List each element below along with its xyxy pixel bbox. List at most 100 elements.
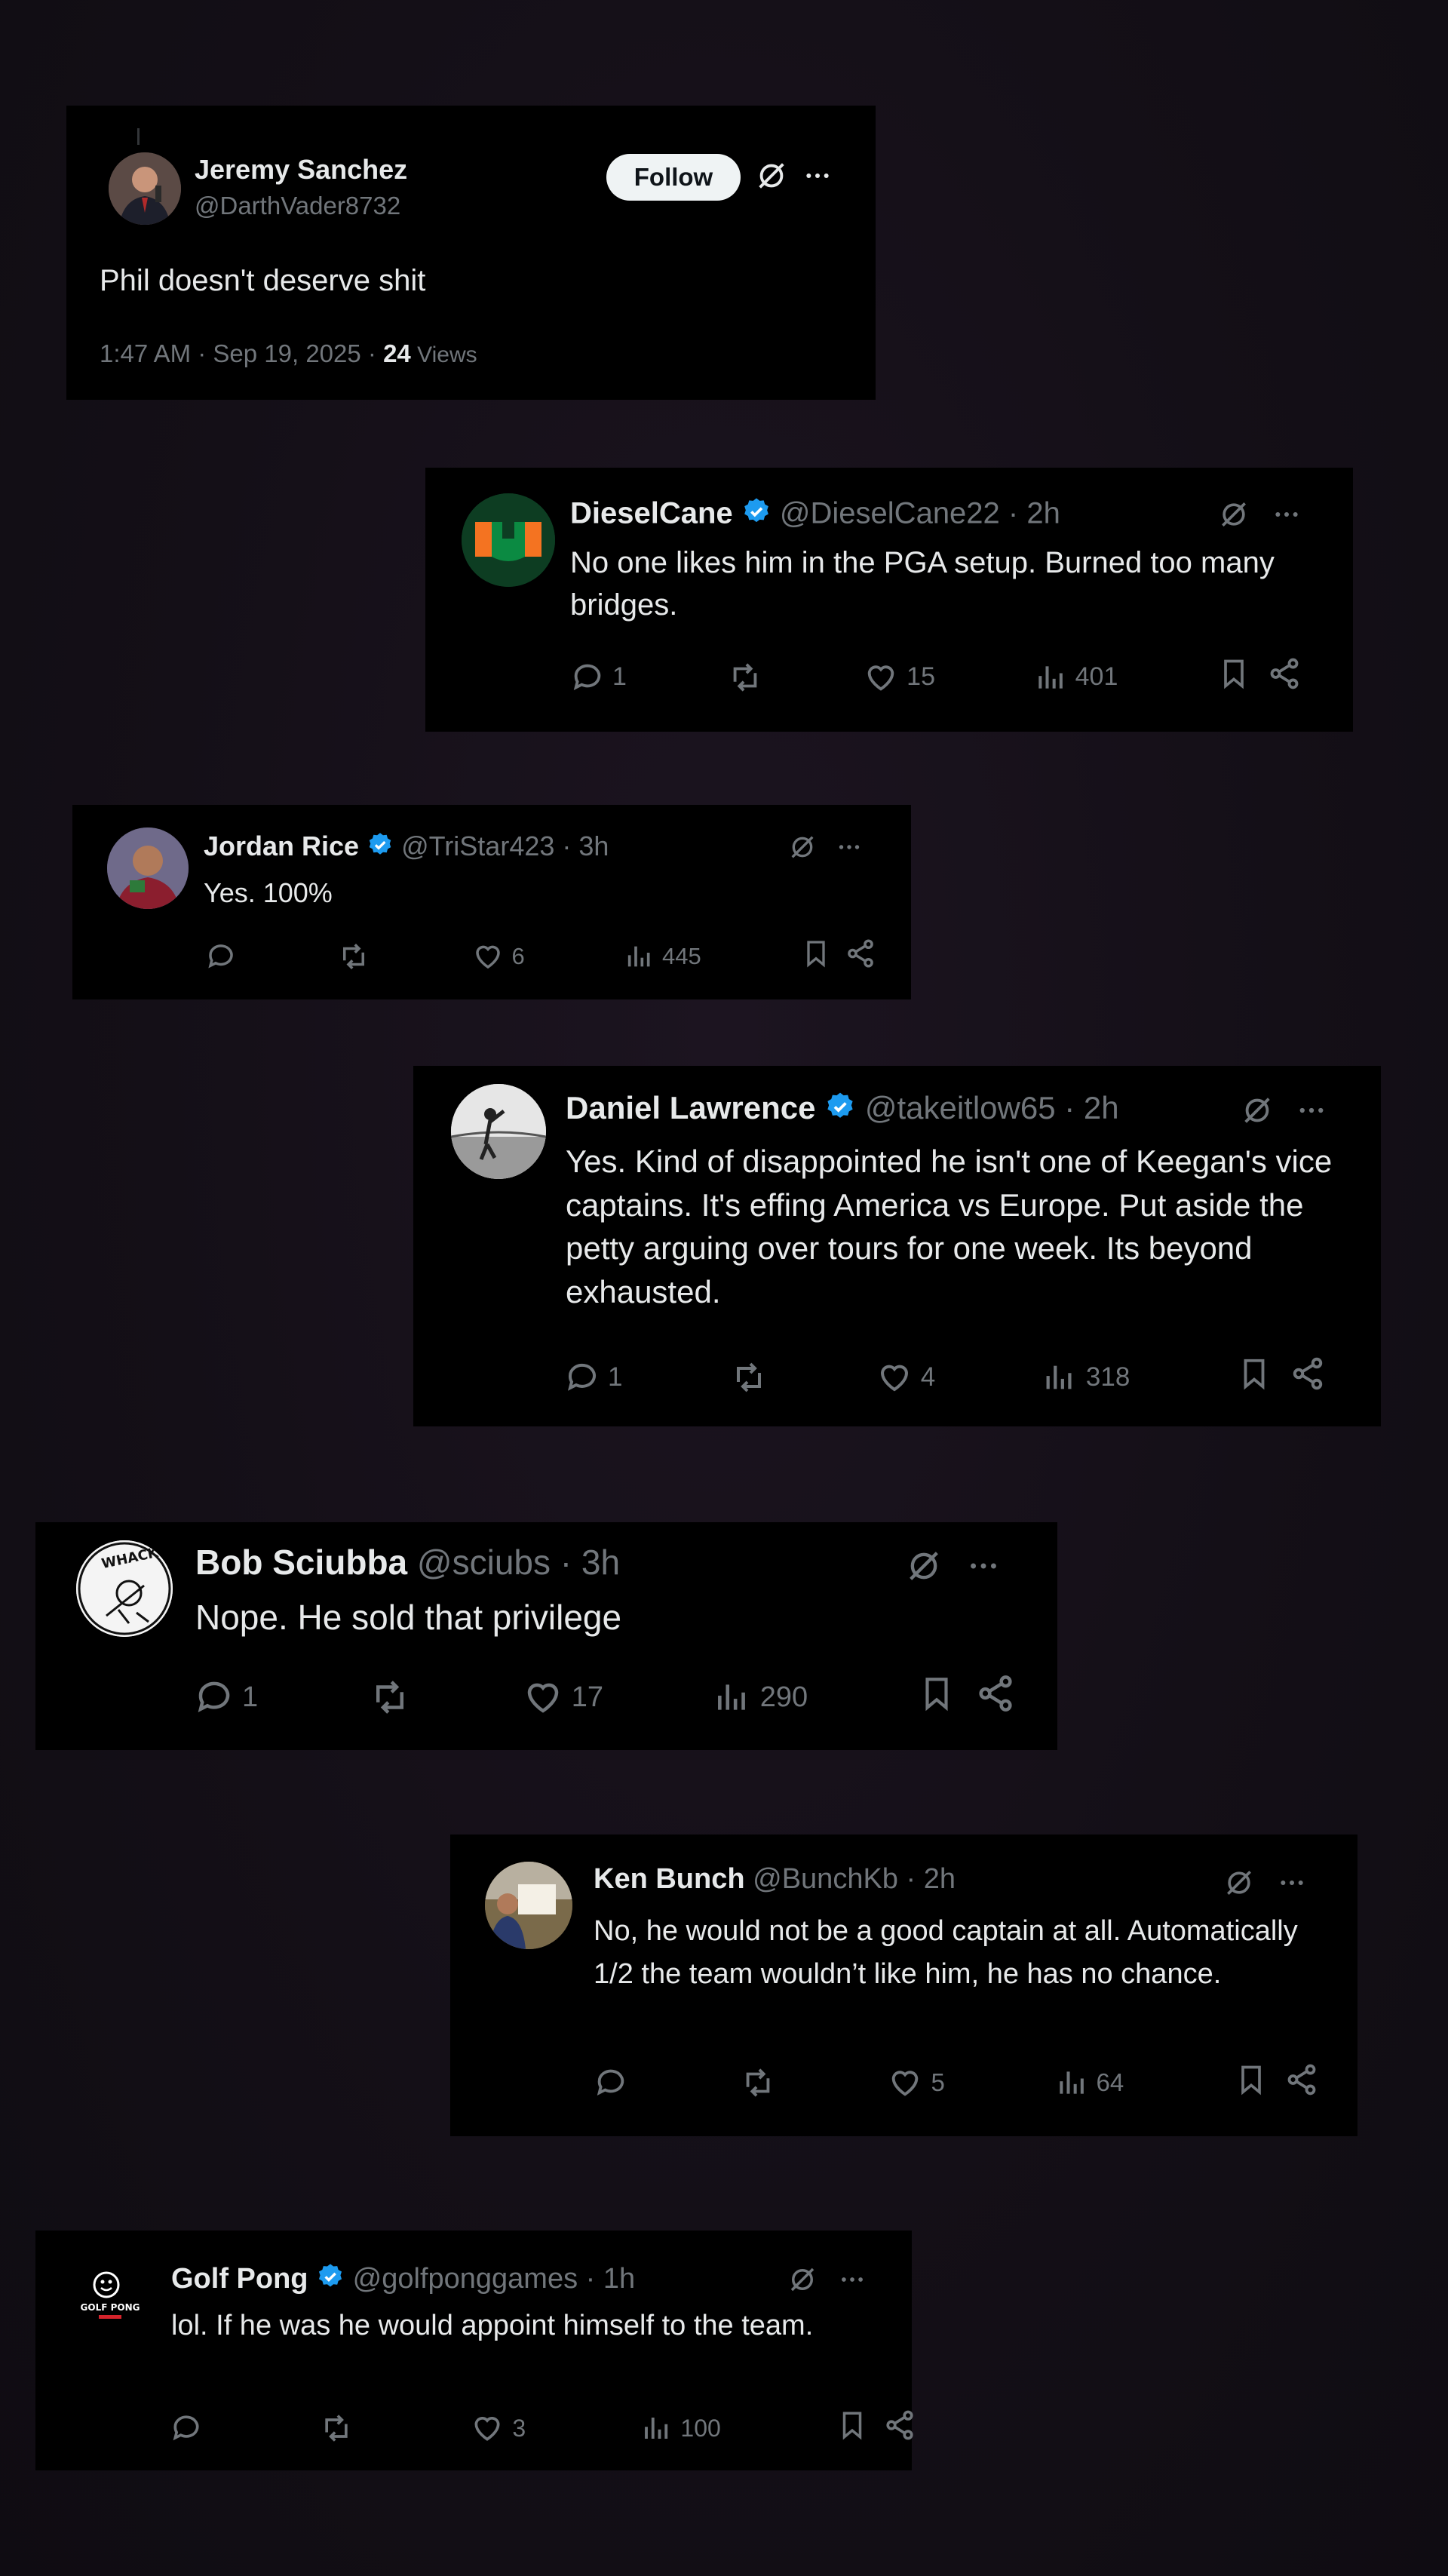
views-count: 290 [759, 1681, 808, 1713]
avatar[interactable] [451, 1084, 546, 1179]
more-icon[interactable] [1272, 499, 1302, 533]
reply-count: 1 [612, 662, 627, 691]
more-icon[interactable] [1277, 1868, 1307, 1902]
author-name[interactable]: Golf Pong [171, 2263, 308, 2295]
avatar[interactable] [109, 152, 181, 225]
author-handle[interactable]: @TriStar423 · 3h [401, 831, 609, 861]
views-button[interactable]: 290 [713, 1678, 808, 1716]
right-actions [918, 1673, 1016, 1721]
views-count: 100 [680, 2414, 721, 2442]
more-icon[interactable] [966, 1549, 1001, 1587]
like-button[interactable]: 3 [470, 2412, 526, 2445]
avatar[interactable] [107, 827, 189, 909]
author-name[interactable]: Bob Sciubba [195, 1543, 407, 1582]
grok-icon[interactable] [904, 1546, 943, 1589]
reply-top-icons [1240, 1093, 1327, 1131]
author-handle[interactable]: @sciubs · 3h [417, 1543, 620, 1582]
like-button[interactable]: 4 [876, 1359, 935, 1395]
reply-button[interactable]: 1 [564, 1359, 622, 1395]
bookmark-icon[interactable] [836, 2409, 868, 2448]
reply-actions: 1 4 318 [564, 1356, 1326, 1399]
author-handle[interactable]: @golfponggames · 1h [353, 2263, 635, 2295]
bookmark-icon[interactable] [801, 938, 831, 975]
repost-button[interactable] [726, 660, 764, 695]
author-handle[interactable]: @takeitlow65 · 2h [865, 1090, 1119, 1125]
views-count: 24 [383, 339, 411, 367]
share-icon[interactable] [1267, 656, 1302, 698]
views-button[interactable]: 401 [1035, 661, 1118, 694]
reply-button[interactable]: 1 [194, 1677, 258, 1718]
like-button[interactable]: 5 [887, 2065, 945, 2100]
reply-top-icons [904, 1546, 1001, 1589]
avatar[interactable]: WHACK! [76, 1540, 173, 1637]
repost-button[interactable] [729, 1359, 768, 1395]
bookmark-icon[interactable] [1237, 1356, 1272, 1399]
author-name[interactable]: Jeremy Sanchez [195, 154, 407, 186]
more-icon[interactable] [1296, 1095, 1327, 1130]
author-name[interactable]: Ken Bunch [594, 1863, 745, 1895]
author-name[interactable]: DieselCane [570, 497, 733, 530]
thread-line [137, 128, 140, 145]
like-count: 5 [931, 2068, 945, 2096]
bookmark-icon[interactable] [1217, 656, 1250, 698]
right-actions [1217, 656, 1302, 698]
share-icon[interactable] [883, 2409, 916, 2448]
timestamp[interactable]: 1:47 AM · Sep 19, 2025 · [100, 339, 383, 367]
reply-button[interactable]: 1 [570, 660, 627, 695]
reply-card[interactable]: Ken Bunch @BunchKb · 2h No, he would not… [450, 1835, 1358, 2136]
author-name[interactable]: Daniel Lawrence [566, 1090, 815, 1125]
grok-icon[interactable] [1217, 498, 1250, 535]
author-name[interactable]: Jordan Rice [204, 831, 359, 861]
reply-card[interactable]: Jordan Rice @TriStar423 · 3h Yes. 100% 6… [72, 805, 911, 999]
bookmark-icon[interactable] [918, 1673, 956, 1721]
more-icon[interactable] [838, 2265, 867, 2298]
reply-button[interactable] [170, 2412, 203, 2445]
grok-icon[interactable] [787, 832, 818, 866]
like-button[interactable]: 15 [863, 660, 935, 695]
author-handle[interactable]: @BunchKb · 2h [753, 1863, 956, 1895]
like-count: 6 [511, 943, 525, 969]
grok-icon[interactable] [787, 2264, 818, 2299]
repost-button[interactable] [336, 941, 371, 972]
like-button[interactable]: 17 [522, 1677, 603, 1718]
reply-top-icons [787, 2264, 867, 2299]
avatar[interactable] [485, 1862, 572, 1949]
reply-card[interactable]: DieselCane @DieselCane22 · 2h No one lik… [425, 468, 1353, 732]
share-icon[interactable] [975, 1673, 1016, 1721]
reply-card[interactable]: GOLF PONG Golf Pong @golfponggames · 1h … [35, 2231, 913, 2470]
share-icon[interactable] [1290, 1356, 1326, 1399]
grok-icon[interactable] [1240, 1093, 1275, 1131]
reply-button[interactable] [594, 2065, 628, 2100]
repost-button[interactable] [368, 1677, 412, 1718]
verified-badge-icon [316, 2262, 345, 2298]
share-icon[interactable] [1284, 2062, 1319, 2103]
reply-card[interactable]: Daniel Lawrence @takeitlow65 · 2h Yes. K… [413, 1066, 1381, 1426]
author-handle[interactable]: @DarthVader8732 [195, 192, 400, 220]
views-button[interactable]: 318 [1042, 1360, 1130, 1395]
avatar[interactable] [462, 493, 555, 587]
grok-icon[interactable] [1223, 1866, 1256, 1903]
like-count: 15 [907, 662, 935, 691]
right-actions [836, 2409, 916, 2448]
reply-card[interactable]: WHACK! Bob Sciubba @sciubs · 3h Nope. He… [35, 1522, 1057, 1750]
share-icon[interactable] [845, 938, 876, 975]
reply-count: 1 [608, 1362, 623, 1392]
views-button[interactable]: 445 [624, 941, 701, 972]
like-button[interactable]: 6 [471, 941, 525, 972]
more-icon[interactable] [802, 161, 833, 195]
reply-header: DieselCane @DieselCane22 · 2h [570, 496, 1060, 534]
like-count: 3 [512, 2414, 526, 2442]
bookmark-icon[interactable] [1235, 2062, 1268, 2103]
follow-button[interactable]: Follow [606, 154, 741, 201]
verified-badge-icon [824, 1091, 856, 1130]
views-count: 64 [1096, 2068, 1124, 2096]
grok-icon[interactable] [754, 158, 789, 197]
author-handle[interactable]: @DieselCane22 · 2h [780, 497, 1060, 530]
repost-button[interactable] [739, 2065, 777, 2100]
reply-button[interactable] [205, 941, 237, 972]
views-button[interactable]: 64 [1056, 2066, 1124, 2099]
more-icon[interactable] [836, 834, 863, 864]
views-button[interactable]: 100 [641, 2412, 721, 2444]
repost-button[interactable] [318, 2412, 354, 2445]
avatar[interactable]: GOLF PONG [70, 2259, 150, 2339]
